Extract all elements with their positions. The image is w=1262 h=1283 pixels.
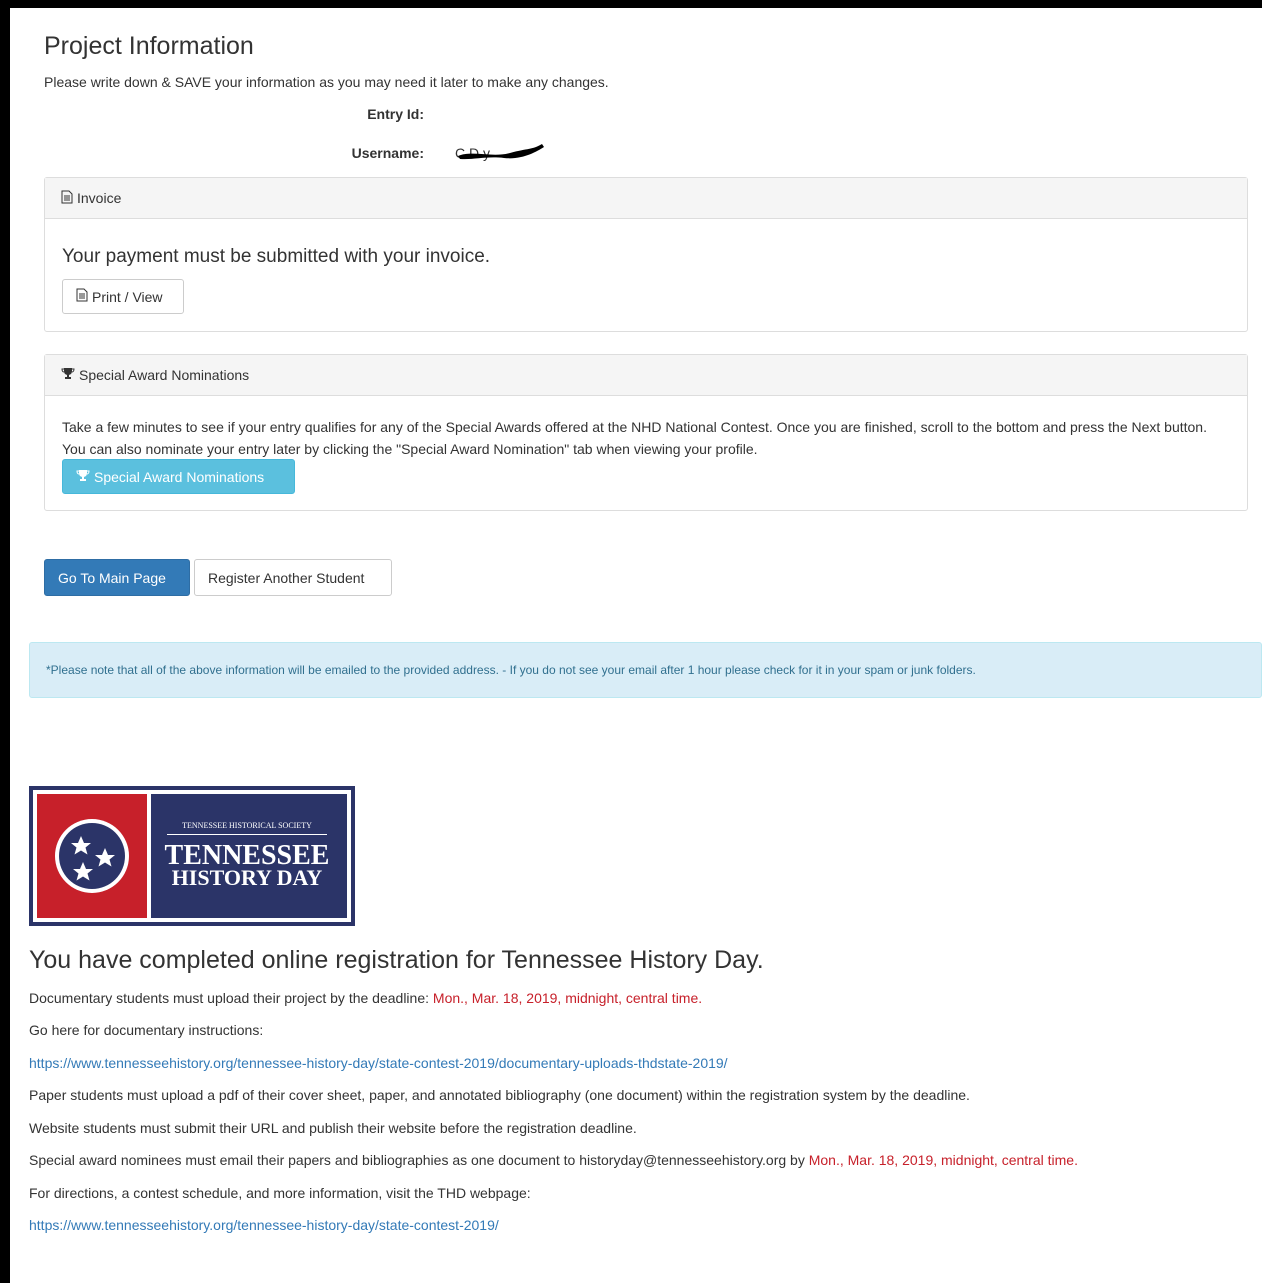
state-contest-link[interactable]: https://www.tennesseehistory.org/tenness… (29, 1217, 499, 1233)
documentary-deadline-date: Mon., Mar. 18, 2019, midnight, central t… (432, 990, 703, 1006)
special-award-nominations-label: Special Award Nominations (94, 468, 265, 485)
trophy-icon (61, 367, 75, 383)
document-icon (76, 288, 88, 305)
page-title: Project Information (44, 32, 254, 60)
page: Project Information Please write down & … (10, 8, 1262, 1283)
documentary-deadline-line: Documentary students must upload their p… (29, 990, 702, 1006)
special-award-email-text: Special award nominees must email their … (29, 1152, 809, 1168)
document-icon (61, 190, 73, 207)
print-view-label: Print / View (92, 288, 163, 305)
documentary-uploads-link[interactable]: https://www.tennesseehistory.org/tenness… (29, 1055, 728, 1071)
directions-text: For directions, a contest schedule, and … (29, 1185, 531, 1201)
special-awards-panel: Special Award Nominations Take a few min… (44, 354, 1248, 511)
invoice-panel-heading: Invoice (45, 178, 1247, 219)
special-award-email-line: Special award nominees must email their … (29, 1152, 1078, 1168)
trophy-icon (76, 469, 90, 485)
logo-line2-text: HISTORY DAY (172, 865, 323, 890)
special-award-deadline-date: Mon., Mar. 18, 2019, midnight, central t… (808, 1152, 1078, 1168)
go-to-main-page-button[interactable]: Go To Main Page (44, 559, 190, 596)
username-label: Username: (351, 145, 424, 161)
print-view-button[interactable]: Print / View (62, 279, 184, 314)
completion-title: You have completed online registration f… (29, 946, 764, 974)
email-notice-text: *Please note that all of the above infor… (46, 663, 976, 677)
documentary-deadline-text: Documentary students must upload their p… (29, 990, 433, 1006)
tennessee-history-day-logo: TENNESSEE HISTORICAL SOCIETY TENNESSEE H… (29, 786, 355, 926)
invoice-heading-label: Invoice (77, 190, 122, 206)
special-awards-description: Take a few minutes to see if your entry … (62, 419, 1207, 457)
save-info-note: Please write down & SAVE your informatio… (44, 74, 609, 90)
website-students-text: Website students must submit their URL a… (29, 1120, 637, 1136)
redaction-scribble (458, 144, 544, 160)
documentary-instructions-text: Go here for documentary instructions: (29, 1022, 264, 1038)
invoice-message: Your payment must be submitted with your… (62, 246, 491, 267)
register-another-student-button[interactable]: Register Another Student (194, 559, 392, 596)
special-awards-heading-label: Special Award Nominations (79, 367, 250, 383)
logo-society-text: TENNESSEE HISTORICAL SOCIETY (182, 821, 312, 830)
invoice-panel: Invoice Your payment must be submitted w… (44, 177, 1248, 332)
special-awards-panel-heading: Special Award Nominations (45, 355, 1247, 396)
entry-id-label: Entry Id: (367, 106, 424, 122)
special-award-nominations-button[interactable]: Special Award Nominations (62, 459, 295, 494)
paper-students-text: Paper students must upload a pdf of thei… (29, 1087, 970, 1103)
email-notice-alert: *Please note that all of the above infor… (29, 642, 1262, 698)
